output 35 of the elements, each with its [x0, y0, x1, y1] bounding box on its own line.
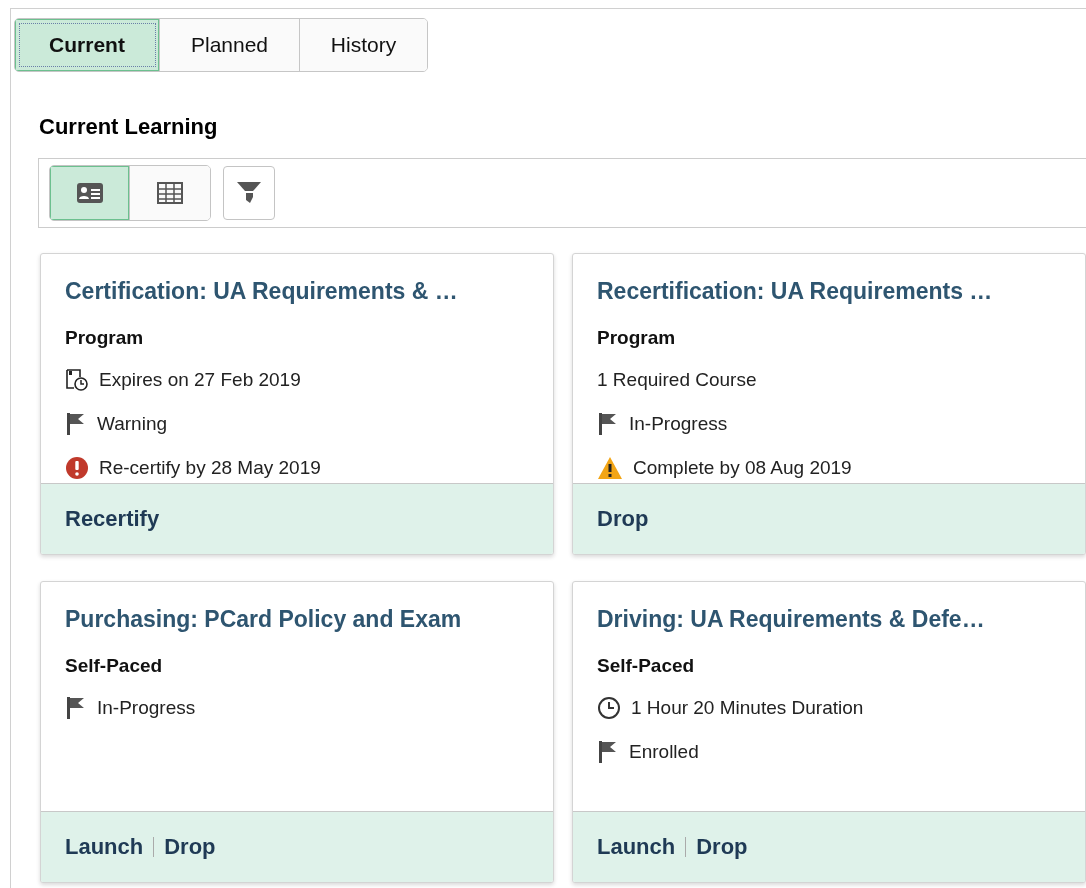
clock-icon — [597, 695, 621, 720]
card-detail: In-Progress — [629, 412, 728, 435]
calendar-clock-icon — [65, 367, 89, 392]
card-detail: In-Progress — [97, 696, 196, 719]
card-detail: Complete by 08 Aug 2019 — [633, 456, 852, 479]
action-link[interactable]: Launch — [597, 834, 676, 860]
section-heading: Current Learning — [39, 114, 219, 141]
filter-icon — [236, 180, 262, 206]
card-title[interactable]: Purchasing: PCard Policy and Exam — [65, 606, 529, 633]
card-title[interactable]: Certification: UA Requirements & … — [65, 278, 529, 305]
learning-type: Self-Paced — [65, 655, 164, 677]
action-link[interactable]: Recertify — [65, 506, 160, 532]
learning-type: Program — [65, 327, 145, 349]
action-link[interactable]: Drop — [164, 834, 216, 860]
card-detail: 1 Hour 20 Minutes Duration — [631, 696, 864, 719]
card-detail: Re-certify by 28 May 2019 — [99, 456, 321, 479]
learning-type: Self-Paced — [597, 655, 696, 677]
action-link[interactable]: Drop — [597, 506, 649, 532]
error-icon — [65, 455, 89, 480]
card-title[interactable]: Driving: UA Requirements & Defe… — [597, 606, 1061, 633]
card-detail: Enrolled — [629, 740, 699, 763]
learning-type: Program — [597, 327, 677, 349]
card-view-button[interactable] — [50, 166, 130, 220]
action-link[interactable]: Launch — [65, 834, 144, 860]
card-detail: 1 Required Course — [597, 368, 757, 391]
card-title[interactable]: Recertification: UA Requirements … — [597, 278, 1061, 305]
grid-icon — [157, 182, 183, 204]
contact-card-icon — [76, 183, 103, 203]
card-detail: Expires on 27 Feb 2019 — [99, 368, 301, 391]
warning-icon — [597, 455, 623, 480]
card-detail: Warning — [97, 412, 168, 435]
action-link[interactable]: Drop — [696, 834, 748, 860]
filter-button[interactable] — [223, 166, 275, 220]
grid-view-button[interactable] — [130, 166, 210, 220]
tab[interactable]: Current — [15, 19, 160, 71]
